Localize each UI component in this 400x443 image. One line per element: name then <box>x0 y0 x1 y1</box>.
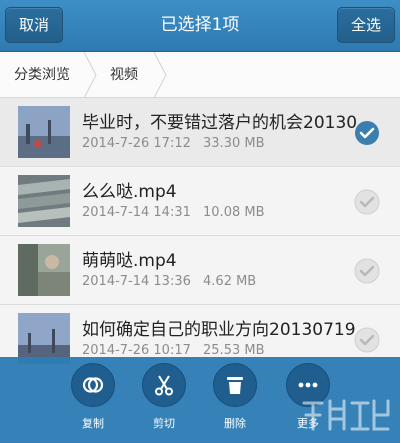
file-date: 2014-7-14 13:36 <box>82 274 191 289</box>
file-meta: 2014-7-14 14:31 10.08 MB <box>82 205 265 220</box>
file-size: 10.08 MB <box>203 205 265 220</box>
check-unselected-icon[interactable] <box>354 327 380 353</box>
watermark-logo <box>302 399 390 431</box>
file-row[interactable]: 如何确定自己的职业方向20130719 2014-7-26 10:17 25.5… <box>0 305 400 365</box>
delete-label: 删除 <box>224 417 246 430</box>
file-row[interactable]: 么么哒.mp4 2014-7-14 14:31 10.08 MB <box>0 167 400 236</box>
trash-icon <box>213 363 257 407</box>
file-size: 25.53 MB <box>203 343 265 358</box>
file-meta: 2014-7-14 13:36 4.62 MB <box>82 274 256 289</box>
file-row[interactable]: 萌萌哒.mp4 2014-7-14 13:36 4.62 MB <box>0 236 400 305</box>
file-date: 2014-7-14 14:31 <box>82 205 191 220</box>
file-meta: 2014-7-26 17:12 33.30 MB <box>82 136 265 151</box>
check-unselected-icon[interactable] <box>354 258 380 284</box>
file-date: 2014-7-26 17:12 <box>82 136 191 151</box>
file-list: 毕业时，不要错过落户的机会20130 2014-7-26 17:12 33.30… <box>0 98 400 365</box>
check-selected-icon[interactable] <box>354 120 380 146</box>
check-unselected-icon[interactable] <box>354 189 380 215</box>
copy-button[interactable]: 复制 <box>63 363 123 431</box>
file-size: 33.30 MB <box>203 136 265 151</box>
cut-button[interactable]: 剪切 <box>134 363 194 431</box>
video-thumbnail <box>18 175 70 227</box>
video-thumbnail <box>18 244 70 296</box>
header-bar: 取消 已选择1项 全选 <box>0 0 400 52</box>
copy-icon <box>71 363 115 407</box>
scissors-icon <box>142 363 186 407</box>
copy-label: 复制 <box>82 417 104 430</box>
cut-label: 剪切 <box>153 417 175 430</box>
file-row[interactable]: 毕业时，不要错过落户的机会20130 2014-7-26 17:12 33.30… <box>0 98 400 167</box>
video-thumbnail <box>18 106 70 158</box>
breadcrumb-item-category[interactable]: 分类浏览 <box>14 52 70 98</box>
breadcrumb-item-video[interactable]: 视频 <box>110 52 138 98</box>
file-date: 2014-7-26 10:17 <box>82 343 191 358</box>
action-toolbar: 复制 剪切 删除 更多 <box>0 357 400 443</box>
file-name: 萌萌哒.mp4 <box>82 251 177 271</box>
file-meta: 2014-7-26 10:17 25.53 MB <box>82 343 265 358</box>
delete-button[interactable]: 删除 <box>205 363 265 431</box>
breadcrumb: 分类浏览 视频 <box>0 52 400 98</box>
breadcrumb-separator-icon <box>83 52 97 98</box>
file-name: 么么哒.mp4 <box>82 182 177 202</box>
file-name: 如何确定自己的职业方向20130719 <box>82 320 356 340</box>
file-name: 毕业时，不要错过落户的机会20130 <box>82 113 358 133</box>
file-size: 4.62 MB <box>203 274 257 289</box>
breadcrumb-separator-icon <box>153 52 167 98</box>
select-all-button[interactable]: 全选 <box>337 7 395 43</box>
